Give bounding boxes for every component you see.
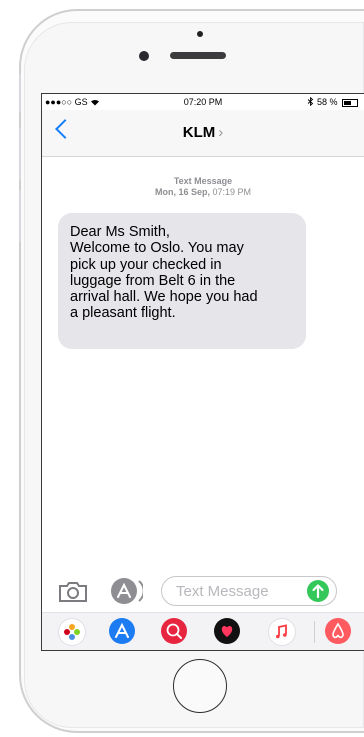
photos-app-icon[interactable] xyxy=(58,618,86,646)
message-time: 07:19 PM xyxy=(212,187,252,197)
received-message-bubble[interactable]: Dear Ms Smith, Welcome to Oslo. You may … xyxy=(58,213,306,349)
message-timestamp: Text Message Mon, 16 Sep, 07:19 PM xyxy=(42,176,364,198)
airbnb-app-icon[interactable] xyxy=(325,618,351,644)
message-line: pick up your checked in xyxy=(70,256,222,273)
bluetooth-icon xyxy=(308,96,314,107)
message-type-label: Text Message xyxy=(173,176,233,186)
heart-icon xyxy=(221,626,233,637)
battery-fill xyxy=(344,100,351,105)
message-line: arrival hall. We hope you had xyxy=(70,289,258,306)
status-right: 58 % xyxy=(307,96,358,107)
earpiece-speaker xyxy=(170,52,226,59)
app-store-glyph-icon xyxy=(115,622,129,638)
app-drawer xyxy=(42,612,364,650)
contact-name-button[interactable]: KLM › xyxy=(42,124,364,141)
airbnb-icon xyxy=(332,622,344,639)
camera-icon[interactable] xyxy=(58,581,88,603)
chevron-right-icon: › xyxy=(218,124,224,141)
music-note-icon xyxy=(276,624,287,639)
proximity-sensor xyxy=(197,31,203,37)
home-button[interactable] xyxy=(173,659,227,713)
message-line: Dear Ms Smith, xyxy=(70,224,170,240)
status-bar: ●●●○○ GS 07:20 PM 58 % xyxy=(42,94,364,110)
side-button-mute xyxy=(19,74,21,112)
contact-name: KLM xyxy=(182,124,216,141)
side-button-volume-up xyxy=(19,128,21,180)
message-composer: Text Message xyxy=(42,572,364,612)
message-line: Welcome to Oslo. You may xyxy=(70,240,244,257)
digital-touch-app-icon[interactable] xyxy=(214,618,240,644)
battery-percent: 58 % xyxy=(316,97,338,107)
message-line: a pleasant flight. xyxy=(70,305,176,322)
phone-screen: ●●●○○ GS 07:20 PM 58 % KLM › Text Message… xyxy=(41,93,364,651)
battery-icon xyxy=(342,98,358,107)
front-camera xyxy=(139,51,149,61)
conversation-header: KLM › xyxy=(42,110,364,157)
side-button-volume-down xyxy=(19,190,21,242)
app-store-icon[interactable] xyxy=(109,576,143,606)
music-app-icon[interactable] xyxy=(268,618,296,646)
globe-search-icon xyxy=(166,623,182,639)
search-images-app-icon[interactable] xyxy=(161,618,187,644)
send-arrow-icon[interactable] xyxy=(307,580,329,602)
message-date: Mon, 16 Sep, xyxy=(154,187,210,197)
message-line: luggage from Belt 6 in the xyxy=(70,272,236,289)
photos-icon xyxy=(64,624,80,640)
tray-divider xyxy=(314,621,315,643)
app-store-tray-icon[interactable] xyxy=(109,618,135,644)
